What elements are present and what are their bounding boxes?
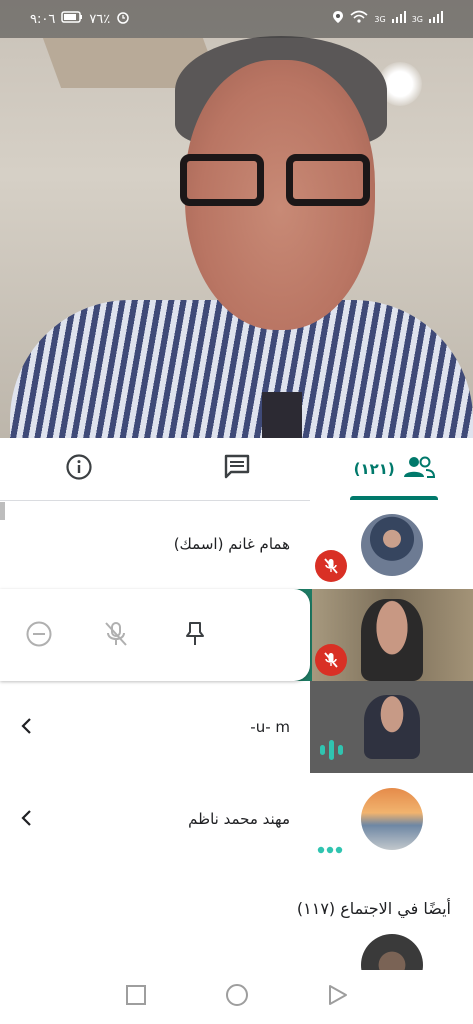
tab-people-content: (١٢١): [354, 455, 435, 483]
participant-row[interactable]: همام غانم (اسمك): [0, 500, 473, 589]
participant-name: u- m-: [250, 718, 290, 736]
people-icon: [403, 455, 435, 483]
recents-button[interactable]: [125, 984, 147, 1010]
avatar: [360, 513, 423, 576]
participant-row[interactable]: u- m-: [0, 681, 473, 773]
speaking-indicator: [319, 739, 345, 765]
participant-row-actions[interactable]: [0, 589, 473, 681]
pin-participant-button[interactable]: [180, 619, 210, 649]
battery-percent: ٧٦٪: [89, 11, 111, 27]
signal-icon: [391, 11, 406, 27]
participant-row[interactable]: [0, 932, 473, 970]
speaker-glasses-left: [180, 154, 264, 206]
battery-icon: [61, 11, 83, 27]
system-nav-bar: [0, 970, 473, 1024]
also-in-meeting-heading: أيضًا في الاجتماع (١١٧): [296, 899, 451, 918]
avatar: [360, 934, 423, 970]
tab-people[interactable]: (١٢١): [315, 438, 473, 500]
alarm-icon: [116, 10, 130, 28]
mic-off-icon: [105, 622, 127, 646]
mic-off-icon: [324, 558, 338, 574]
remove-participant-button[interactable]: [24, 619, 54, 649]
info-icon: [65, 453, 93, 485]
tab-info[interactable]: [0, 438, 158, 500]
speaker-glasses-right: [286, 154, 370, 206]
triangle-icon: [328, 985, 347, 1005]
participant-row[interactable]: مهند محمد ناظم: [0, 773, 473, 865]
mute-participant-button[interactable]: [101, 619, 131, 649]
home-button[interactable]: [225, 983, 249, 1011]
participant-video: [363, 695, 420, 759]
participant-name: همام غانم (اسمك): [173, 535, 290, 553]
speaker-tie: [262, 392, 302, 438]
more-indicator: [317, 839, 343, 858]
tab-chat[interactable]: [158, 438, 316, 500]
participant-actions: [0, 589, 310, 681]
signal-icon-2: [429, 11, 443, 27]
mic-off-badge: [315, 644, 347, 676]
status-left: ٩:٠٦ ٧٦٪: [30, 10, 130, 28]
main-video-feed[interactable]: [0, 0, 473, 438]
mic-off-icon: [324, 652, 338, 668]
participant-name: مهند محمد ناظم: [188, 810, 290, 828]
people-count: (١٢١): [353, 460, 395, 478]
signal-label-1: 3G: [374, 14, 386, 24]
location-icon: [332, 10, 344, 28]
chat-icon: [223, 453, 251, 485]
chevron-left-icon[interactable]: [18, 717, 36, 735]
status-time: ٩:٠٦: [30, 11, 56, 27]
back-button[interactable]: [327, 984, 349, 1010]
panel-tabs: (١٢١): [0, 438, 473, 501]
mic-off-badge: [315, 550, 347, 582]
audio-level-icon: [320, 740, 343, 760]
wifi-icon: [350, 10, 368, 28]
status-right: 3G 3G: [332, 10, 443, 28]
participant-tile: [310, 932, 473, 970]
pin-icon: [186, 622, 204, 645]
square-icon: [125, 985, 146, 1005]
dots-icon: [317, 846, 343, 854]
participant-video: [360, 599, 423, 681]
status-bar: ٩:٠٦ ٧٦٪ 3G 3G: [0, 0, 473, 38]
signal-label-2: 3G: [411, 14, 423, 24]
chevron-left-icon[interactable]: [18, 809, 36, 827]
remove-circle-icon: [26, 621, 52, 647]
circle-icon: [225, 984, 248, 1006]
avatar: [360, 788, 423, 850]
